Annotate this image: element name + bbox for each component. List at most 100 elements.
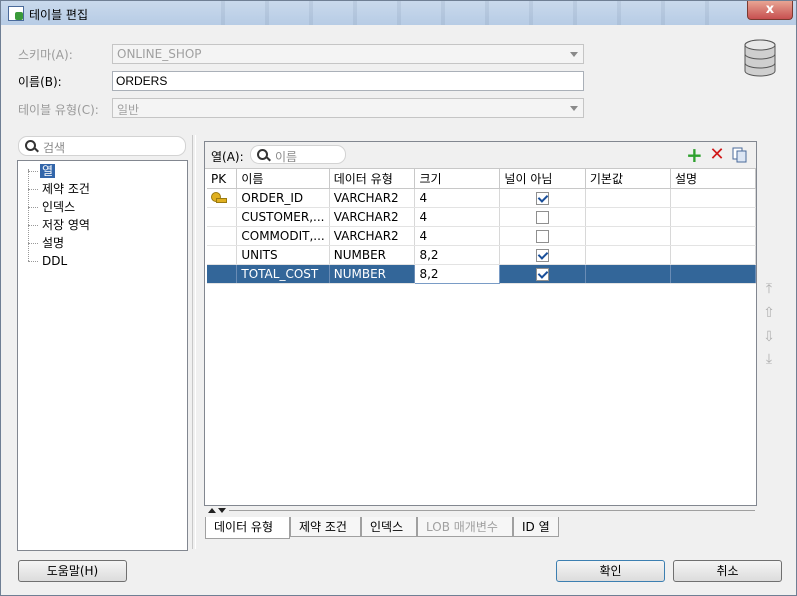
nav-item-comment[interactable]: 설명 [42,235,64,251]
data-type-cell[interactable]: VARCHAR2 [329,226,416,246]
nav-item-ddl[interactable]: DDL [42,253,67,269]
primary-key-icon [211,192,227,203]
table-type-label: 테이블 유형(C): [18,103,99,117]
header-default[interactable]: 기본값 [585,169,672,189]
chevron-down-icon [570,52,578,57]
table-row[interactable]: COMMODIT,... VARCHAR2 4 [207,226,756,246]
pk-cell[interactable] [207,188,238,208]
header-comment[interactable]: 설명 [670,169,756,189]
default-cell[interactable] [585,226,672,246]
pk-cell[interactable] [207,207,238,227]
column-search-input[interactable]: 이름 [250,145,346,164]
size-cell[interactable]: 4 [414,226,501,246]
column-search-placeholder: 이름 [275,150,298,164]
schema-combo: ONLINE_SHOP [112,44,584,64]
not-null-checkbox[interactable] [536,249,550,262]
nav-tree: 열 제약 조건 인덱스 저장 영역 설명 DDL [17,160,188,551]
nav-item-indexes[interactable]: 인덱스 [42,199,75,215]
data-type-cell[interactable]: VARCHAR2 [329,188,416,208]
table-row-selected[interactable]: TOTAL_COST NUMBER 8,2 [207,264,756,284]
default-cell[interactable] [585,245,672,265]
header-pk[interactable]: PK [207,169,238,189]
window-title: 테이블 편집 [29,8,89,22]
nav-item-constraints[interactable]: 제약 조건 [42,181,90,197]
header-name[interactable]: 이름 [236,169,330,189]
cancel-button[interactable]: 취소 [673,560,782,582]
schema-label: 스키마(A): [18,48,73,62]
tab-identity-column[interactable]: ID 열 [513,517,559,537]
help-button[interactable]: 도움말(H) [18,560,127,582]
table-name-input[interactable] [112,71,584,91]
schema-value: ONLINE_SHOP [117,47,202,61]
size-edit-cell[interactable]: 8,2 [414,264,501,284]
move-up-icon[interactable]: ⇧ [761,305,777,321]
nav-item-storage[interactable]: 저장 영역 [42,217,90,233]
data-type-cell[interactable]: NUMBER [329,245,416,265]
comment-cell[interactable] [670,188,756,208]
columns-toolbar: 열(A): 이름 + ✕ [205,142,756,169]
nav-item-columns[interactable]: 열 [40,163,56,179]
header-data-type[interactable]: 데이터 유형 [329,169,416,189]
column-name-cell[interactable]: ORDER_ID [236,188,330,208]
search-icon [25,140,36,151]
header-not-null[interactable]: 널이 아님 [499,169,586,189]
table-row[interactable]: CUSTOMER,... VARCHAR2 4 [207,207,756,227]
name-label: 이름(B): [18,75,62,89]
title-bar-background [181,1,741,25]
columns-grid: PK 이름 데이터 유형 크기 널이 아님 기본값 설명 ORDER_ID VA… [207,169,756,284]
not-null-cell[interactable] [499,207,586,227]
columns-panel: 열(A): 이름 + ✕ PK 이름 데이터 유형 크기 널이 아님 기본값 설… [204,141,757,506]
not-null-cell[interactable] [499,264,586,284]
size-cell[interactable]: 4 [414,188,501,208]
comment-cell[interactable] [670,245,756,265]
size-cell[interactable]: 8,2 [414,245,501,265]
panel-splitter[interactable] [192,135,196,549]
move-down-icon[interactable]: ⇩ [761,329,777,345]
table-type-combo: 일반 [112,98,584,118]
default-cell[interactable] [585,207,672,227]
tab-indexes[interactable]: 인덱스 [361,517,417,537]
data-type-cell[interactable]: NUMBER [329,264,416,284]
not-null-cell[interactable] [499,226,586,246]
plus-icon[interactable]: + [686,145,703,165]
comment-cell[interactable] [670,264,756,284]
default-cell[interactable] [585,188,672,208]
copy-icon[interactable] [732,147,748,163]
pk-cell[interactable] [207,264,238,284]
splitter-arrows-icon [208,508,226,513]
tab-data-type[interactable]: 데이터 유형 [205,517,290,539]
nav-search-input[interactable]: 검색 [18,136,186,156]
column-name-cell[interactable]: UNITS [236,245,330,265]
move-top-icon[interactable]: ⤒ [761,281,777,297]
column-name-cell[interactable]: CUSTOMER,... [236,207,330,227]
grid-header-row: PK 이름 데이터 유형 크기 널이 아님 기본값 설명 [207,169,756,189]
pk-cell[interactable] [207,226,238,246]
column-name-cell[interactable]: COMMODIT,... [236,226,330,246]
table-row[interactable]: UNITS NUMBER 8,2 [207,245,756,265]
size-cell[interactable]: 4 [414,207,501,227]
not-null-cell[interactable] [499,245,586,265]
comment-cell[interactable] [670,207,756,227]
pk-cell[interactable] [207,245,238,265]
tab-constraints[interactable]: 제약 조건 [290,517,361,537]
database-icon [744,39,776,77]
default-cell[interactable] [585,264,672,284]
table-edit-dialog: 테이블 편집 x 스키마(A): ONLINE_SHOP 이름(B): 테이블 … [0,0,797,596]
not-null-cell[interactable] [499,188,586,208]
columns-label: 열(A): [211,150,244,164]
not-null-checkbox[interactable] [536,211,550,224]
data-type-cell[interactable]: VARCHAR2 [329,207,416,227]
not-null-checkbox[interactable] [536,268,550,281]
tab-splitter[interactable] [205,505,755,515]
not-null-checkbox[interactable] [536,192,550,205]
delete-x-icon[interactable]: ✕ [709,146,725,164]
tab-lob-parameters[interactable]: LOB 매개변수 [417,517,513,537]
move-bottom-icon[interactable]: ⤓ [761,351,777,367]
table-row[interactable]: ORDER_ID VARCHAR2 4 [207,188,756,208]
close-button[interactable]: x [747,1,793,20]
comment-cell[interactable] [670,226,756,246]
ok-button[interactable]: 확인 [556,560,665,582]
not-null-checkbox[interactable] [536,230,550,243]
header-size[interactable]: 크기 [414,169,501,189]
column-name-cell[interactable]: TOTAL_COST [236,264,330,284]
